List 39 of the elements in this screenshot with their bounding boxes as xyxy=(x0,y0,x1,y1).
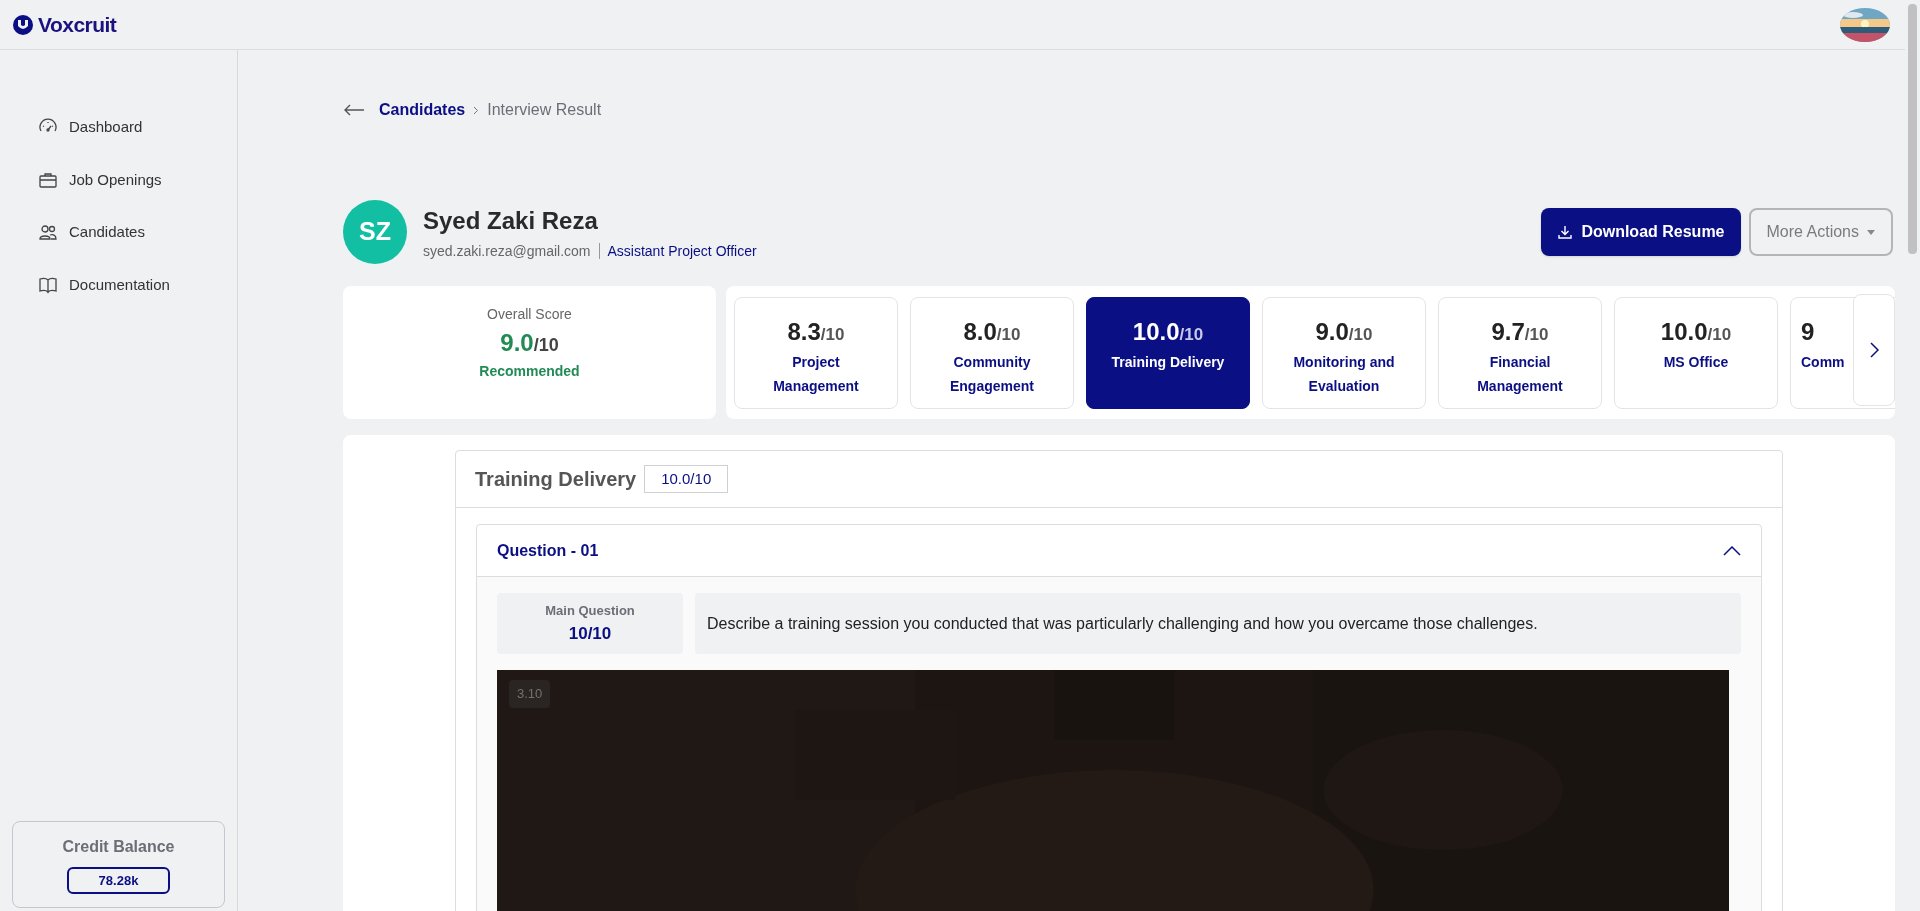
chevron-up-icon[interactable] xyxy=(1723,545,1741,556)
candidate-role: Assistant Project Officer xyxy=(607,241,757,261)
overall-score-label: Overall Score xyxy=(487,305,572,324)
question-title[interactable]: Question - 01 xyxy=(497,538,599,563)
chevron-right-icon xyxy=(1869,342,1879,358)
sidebar-item[interactable]: Dashboard xyxy=(38,116,237,139)
sidebar-item[interactable]: Documentation xyxy=(38,273,237,296)
skill-card[interactable]: 8.3/10 Project Management xyxy=(734,296,898,409)
credit-label: Credit Balance xyxy=(62,836,175,857)
chevron-right-icon xyxy=(473,105,480,115)
people-icon xyxy=(38,222,58,243)
caret-icon xyxy=(1867,229,1875,235)
back-arrow-icon[interactable] xyxy=(343,104,365,116)
sidebar-item[interactable]: Job Openings xyxy=(38,168,237,191)
download-icon xyxy=(1557,224,1574,240)
skill-card[interactable]: 8.0/10 Community Engagement xyxy=(910,296,1074,409)
avatar: SZ xyxy=(343,200,407,264)
candidate-name: Syed Zaki Reza xyxy=(423,205,599,236)
logo-icon xyxy=(12,13,34,36)
credit-value: 78.28k xyxy=(66,866,171,895)
time-badge: 3.10 xyxy=(509,680,551,708)
score-label: Main Question xyxy=(545,602,635,620)
download-resume-button[interactable]: Download Resume xyxy=(1541,208,1741,256)
overall-score: 9.0/10 xyxy=(500,328,559,358)
skill-card[interactable]: 10.0/10 MS Office xyxy=(1614,296,1778,409)
section-title: Training Delivery xyxy=(475,467,637,492)
breadcrumb-link[interactable]: Candidates xyxy=(379,98,466,122)
skill-card[interactable]: 9.7/10 Financial Management xyxy=(1438,296,1602,409)
sidebar-item[interactable]: Candidates xyxy=(38,221,237,244)
candidate-email: syed.zaki.reza@gmail.com xyxy=(423,241,591,261)
skill-card[interactable]: 10.0/10 Training Delivery xyxy=(1086,296,1250,409)
question-score: 10/10 xyxy=(568,622,612,645)
brand-name: Voxcruit xyxy=(38,11,117,38)
skill-card[interactable]: 9.0/10 Monitoring and Evaluation xyxy=(1262,296,1426,409)
section-score: 10.0/10 xyxy=(644,464,729,494)
breadcrumb-current: Interview Result xyxy=(487,100,602,120)
question-text: Describe a training session you conducted that was particularly challenging and how you overcame those challenges. xyxy=(695,593,1741,654)
more-actions-button[interactable]: More Actions xyxy=(1748,208,1893,256)
verdict-label: Recommended xyxy=(479,362,580,381)
